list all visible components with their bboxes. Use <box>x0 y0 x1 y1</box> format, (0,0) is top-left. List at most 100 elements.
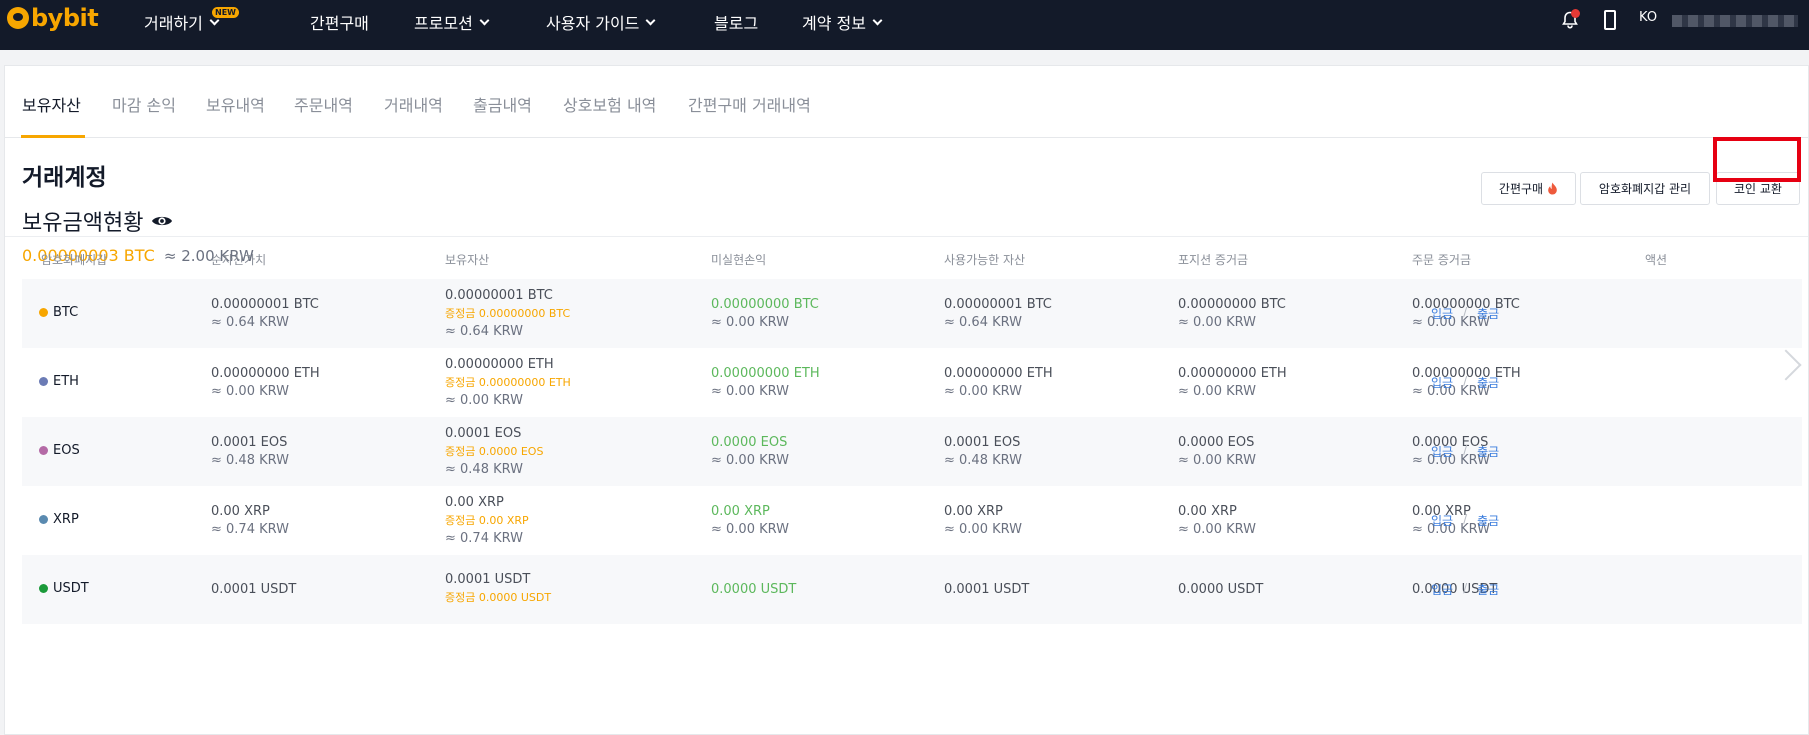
available-krw: ≈ 0.64 KRW <box>944 315 1022 330</box>
wallet-cell: 0.0001 EOS 증정금 0.0000 EOS ≈ 0.48 KRW <box>445 425 543 479</box>
deposit-link[interactable]: 입금 <box>1431 443 1453 460</box>
pnl-krw: ≈ 0.00 KRW <box>711 522 789 537</box>
deposit-link[interactable]: 입금 <box>1431 305 1453 322</box>
table-row: EOS 0.0001 EOS ≈ 0.48 KRW 0.0001 EOS 증정금 0… <box>22 417 1802 486</box>
equity-value: 0.0001 EOS <box>211 435 288 450</box>
coin-name: XRP <box>53 512 79 527</box>
wallet-krw: ≈ 0.48 KRW <box>445 462 523 477</box>
xrp-coin-dot <box>39 515 48 524</box>
table-row: USDT 0.0001 USDT 0.0001 USDT 증정금 0.0000 U… <box>22 555 1802 624</box>
tab-insurance[interactable]: 상호보험 내역 <box>563 92 656 116</box>
available-value: 0.00000000 ETH <box>944 366 1053 381</box>
nav-item-promotions[interactable]: 프로모션 <box>414 10 490 34</box>
assets-card: 보유자산 마감 손익 보유내역 주문내역 거래내역 출금내역 상호보험 내역 간… <box>4 65 1809 735</box>
wallet-bonus: 증정금 0.00000000 ETH <box>445 376 571 389</box>
withdraw-link[interactable]: 출금 <box>1477 443 1499 460</box>
tab-orders[interactable]: 주문내역 <box>294 92 353 116</box>
position-margin-cell: 0.0000 EOS ≈ 0.00 KRW <box>1178 434 1256 470</box>
pnl-value: 0.0000 EOS <box>711 435 788 450</box>
wallet-krw: ≈ 0.64 KRW <box>445 324 523 339</box>
position-margin-value: 0.00000000 BTC <box>1178 297 1286 312</box>
pnl-krw: ≈ 0.00 KRW <box>711 315 789 330</box>
page-title: 거래계정 <box>22 165 107 191</box>
nav-item-contract-info[interactable]: 계약 정보 <box>802 10 883 34</box>
withdraw-link[interactable]: 출금 <box>1477 512 1499 529</box>
nav-item-user-guide[interactable]: 사용자 가이드 <box>546 10 656 34</box>
tab-holdings[interactable]: 보유자산 <box>22 92 81 116</box>
language-selector[interactable]: KO <box>1639 10 1657 25</box>
deposit-link[interactable]: 입금 <box>1431 581 1453 598</box>
equity-cell: 0.00000001 BTC ≈ 0.64 KRW <box>211 296 319 332</box>
eye-icon[interactable] <box>151 214 173 228</box>
bybit-logo[interactable]: bybit <box>7 4 99 32</box>
withdraw-link[interactable]: 출금 <box>1477 305 1499 322</box>
nav-item-trade[interactable]: 거래하기 NEW <box>144 7 239 34</box>
mobile-app-icon[interactable] <box>1604 10 1616 30</box>
available-cell: 0.00000000 ETH ≈ 0.00 KRW <box>944 365 1053 401</box>
nav-item-label: 사용자 가이드 <box>546 14 640 33</box>
action-separator: / <box>1463 374 1468 388</box>
th-equity: 순자산가치 <box>211 253 267 267</box>
row-actions: 입금 / 출금 <box>1431 443 1499 460</box>
coin-label: ETH <box>39 374 79 389</box>
tab-closed-pnl[interactable]: 마감 손익 <box>112 92 176 116</box>
equity-value: 0.00000000 ETH <box>211 366 320 381</box>
wallet-cell: 0.00 XRP 증정금 0.00 XRP ≈ 0.74 KRW <box>445 494 529 548</box>
pnl-cell: 0.00000000 ETH ≈ 0.00 KRW <box>711 365 820 401</box>
nav-item-label: 블로그 <box>714 14 759 33</box>
wallet-krw: ≈ 0.74 KRW <box>445 531 523 546</box>
equity-krw: ≈ 0.00 KRW <box>211 384 289 399</box>
tab-positions[interactable]: 보유내역 <box>206 92 265 116</box>
nav-item-label: 계약 정보 <box>802 14 866 33</box>
quick-buy-label: 간편구매 <box>1498 182 1544 196</box>
deposit-link[interactable]: 입금 <box>1431 374 1453 391</box>
wallet-bonus: 증정금 0.00000000 BTC <box>445 307 571 320</box>
wallet-bonus: 증정금 0.00 XRP <box>445 514 529 527</box>
equity-value: 0.0001 USDT <box>211 582 297 597</box>
pnl-cell: 0.0000 USDT <box>711 581 796 599</box>
equity-krw: ≈ 0.74 KRW <box>211 522 289 537</box>
tab-trades[interactable]: 거래내역 <box>384 92 443 116</box>
wallet-value: 0.0001 USDT <box>445 572 531 587</box>
nav-item-label: 프로모션 <box>414 14 473 33</box>
wallet-manage-button[interactable]: 암호화폐지갑 관리 <box>1580 172 1710 205</box>
available-value: 0.0001 EOS <box>944 435 1021 450</box>
quick-buy-button[interactable]: 간편구매 <box>1481 172 1576 205</box>
coin-label: XRP <box>39 512 79 527</box>
available-cell: 0.0001 EOS ≈ 0.48 KRW <box>944 434 1022 470</box>
tab-withdrawals[interactable]: 출금내역 <box>473 92 532 116</box>
withdraw-link[interactable]: 출금 <box>1477 374 1499 391</box>
coin-label: EOS <box>39 443 80 458</box>
wallet-cell: 0.00000001 BTC 증정금 0.00000000 BTC ≈ 0.64 K… <box>445 287 570 341</box>
available-value: 0.00 XRP <box>944 504 1003 519</box>
position-margin-krw: ≈ 0.00 KRW <box>1178 315 1256 330</box>
withdraw-link[interactable]: 출금 <box>1477 581 1499 598</box>
th-order-margin: 주문 증거금 <box>1412 253 1472 267</box>
position-margin-value: 0.00 XRP <box>1178 504 1237 519</box>
equity-krw: ≈ 0.48 KRW <box>211 453 289 468</box>
coin-name: EOS <box>53 443 80 458</box>
coin-label: BTC <box>39 305 78 320</box>
equity-value: 0.00 XRP <box>211 504 270 519</box>
deposit-link[interactable]: 입금 <box>1431 512 1453 529</box>
row-actions: 입금 / 출금 <box>1431 374 1499 391</box>
position-margin-krw: ≈ 0.00 KRW <box>1178 522 1256 537</box>
eos-coin-dot <box>39 446 48 455</box>
position-margin-value: 0.0000 USDT <box>1178 582 1264 597</box>
wallet-bonus: 증정금 0.0000 EOS <box>445 445 544 458</box>
equity-cell: 0.00 XRP ≈ 0.74 KRW <box>211 503 289 539</box>
table-row: BTC 0.00000001 BTC ≈ 0.64 KRW 0.00000001 … <box>22 279 1802 348</box>
th-position-margin: 포지션 증거금 <box>1178 253 1249 267</box>
equity-cell: 0.0001 EOS ≈ 0.48 KRW <box>211 434 289 470</box>
action-separator: / <box>1463 443 1468 457</box>
position-margin-krw: ≈ 0.00 KRW <box>1178 453 1256 468</box>
wallet-value: 0.0001 EOS <box>445 426 522 441</box>
masked-account-id[interactable] <box>1672 15 1798 27</box>
nav-item-blog[interactable]: 블로그 <box>714 10 758 34</box>
nav-item-quick-buy[interactable]: 간편구매 <box>310 10 369 34</box>
coin-name: ETH <box>53 374 79 389</box>
tab-quick-buy-history[interactable]: 간편구매 거래내역 <box>688 92 811 116</box>
btc-coin-dot <box>39 308 48 317</box>
pnl-value: 0.0000 USDT <box>711 582 797 597</box>
equity-value: 0.00000001 BTC <box>211 297 319 312</box>
